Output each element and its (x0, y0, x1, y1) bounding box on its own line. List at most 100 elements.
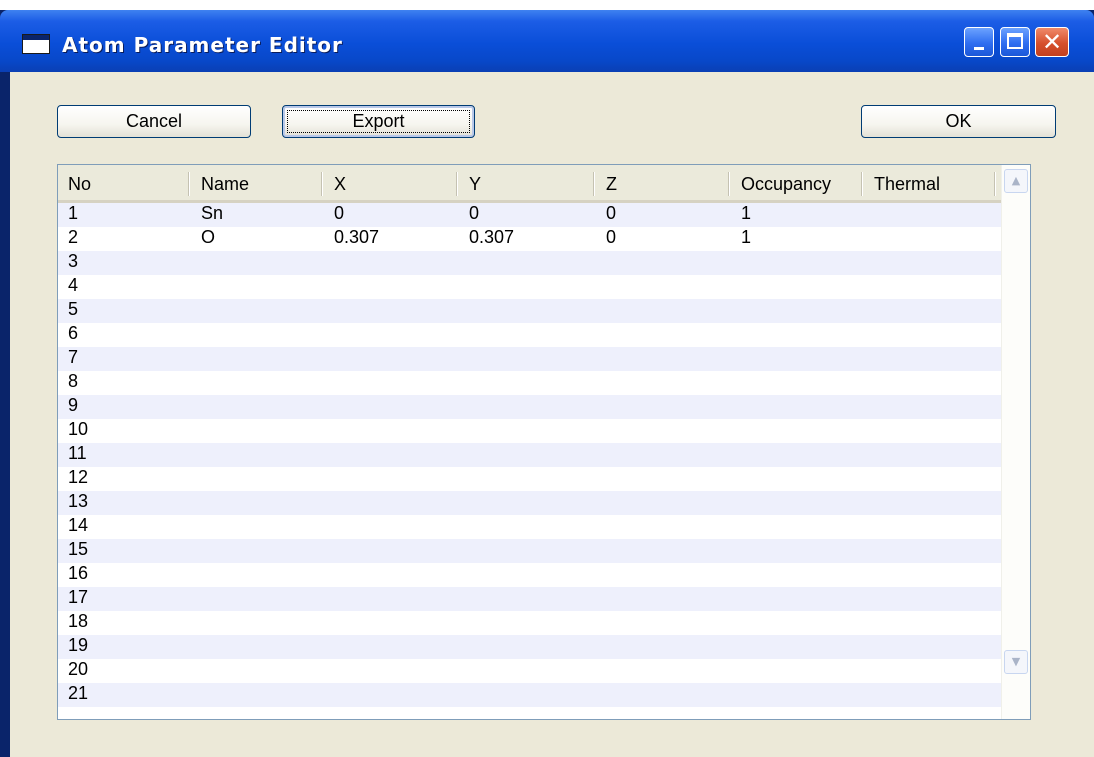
table-row[interactable]: 18 (58, 611, 1026, 635)
cell-z[interactable] (596, 371, 606, 395)
cell-name[interactable] (191, 683, 201, 707)
cell-occupancy[interactable] (731, 587, 741, 611)
cell-thermal[interactable] (864, 659, 874, 683)
cell-name[interactable] (191, 635, 201, 659)
cell-name[interactable] (191, 395, 201, 419)
cell-z[interactable] (596, 635, 606, 659)
cell-thermal[interactable] (864, 251, 874, 275)
cell-y[interactable] (459, 491, 469, 515)
column-divider[interactable] (188, 172, 190, 196)
cell-occupancy[interactable] (731, 491, 741, 515)
column-divider[interactable] (456, 172, 458, 196)
cell-name[interactable] (191, 515, 201, 539)
title-bar[interactable]: Atom Parameter Editor ✕ (0, 10, 1094, 72)
cell-name[interactable]: O (191, 227, 215, 251)
table-row[interactable]: 4 (58, 275, 1026, 299)
cell-occupancy[interactable] (731, 395, 741, 419)
cell-thermal[interactable] (864, 611, 874, 635)
cell-x[interactable] (324, 443, 334, 467)
table-row[interactable]: 13 (58, 491, 1026, 515)
cell-x[interactable] (324, 299, 334, 323)
atom-parameter-table[interactable]: No Name X Y Z Occupancy Thermal 1 Sn 0 0 0 1 2… (57, 164, 1031, 720)
table-row[interactable]: 17 (58, 587, 1026, 611)
cell-occupancy[interactable] (731, 515, 741, 539)
cell-no[interactable]: 1 (58, 203, 78, 227)
cell-x[interactable] (324, 491, 334, 515)
table-row[interactable]: 16 (58, 563, 1026, 587)
cell-no[interactable]: 9 (58, 395, 78, 419)
vertical-scrollbar[interactable]: ▲ ▼ (1001, 165, 1030, 719)
column-header-thermal[interactable]: Thermal (864, 165, 994, 200)
cell-no[interactable]: 20 (58, 659, 88, 683)
minimize-button[interactable] (964, 27, 994, 57)
cell-z[interactable] (596, 443, 606, 467)
column-divider[interactable] (861, 172, 863, 196)
cell-occupancy[interactable]: 1 (731, 227, 751, 251)
cell-no[interactable]: 13 (58, 491, 88, 515)
cell-z[interactable] (596, 659, 606, 683)
cell-z[interactable] (596, 611, 606, 635)
cell-x[interactable] (324, 659, 334, 683)
column-divider[interactable] (728, 172, 730, 196)
cell-z[interactable]: 0 (596, 227, 616, 251)
cell-name[interactable] (191, 371, 201, 395)
table-row[interactable]: 1 Sn 0 0 0 1 (58, 203, 1026, 227)
table-row[interactable]: 2 O 0.307 0.307 0 1 (58, 227, 1026, 251)
cell-occupancy[interactable] (731, 467, 741, 491)
table-row[interactable]: 12 (58, 467, 1026, 491)
cell-thermal[interactable] (864, 683, 874, 707)
export-button[interactable]: Export (282, 105, 475, 138)
cancel-button[interactable]: Cancel (57, 105, 251, 138)
cell-x[interactable] (324, 563, 334, 587)
table-row[interactable]: 20 (58, 659, 1026, 683)
cell-x[interactable] (324, 251, 334, 275)
cell-name[interactable]: Sn (191, 203, 223, 227)
cell-thermal[interactable] (864, 539, 874, 563)
cell-x[interactable]: 0 (324, 203, 344, 227)
cell-z[interactable] (596, 587, 606, 611)
cell-z[interactable] (596, 563, 606, 587)
cell-y[interactable] (459, 563, 469, 587)
cell-name[interactable] (191, 347, 201, 371)
cell-y[interactable] (459, 659, 469, 683)
cell-no[interactable]: 8 (58, 371, 78, 395)
cell-name[interactable] (191, 539, 201, 563)
cell-x[interactable]: 0.307 (324, 227, 379, 251)
column-header-x[interactable]: X (324, 165, 456, 200)
column-header-y[interactable]: Y (459, 165, 593, 200)
cell-x[interactable] (324, 371, 334, 395)
cell-occupancy[interactable] (731, 443, 741, 467)
cell-z[interactable] (596, 467, 606, 491)
cell-thermal[interactable] (864, 635, 874, 659)
cell-thermal[interactable] (864, 323, 874, 347)
cell-y[interactable]: 0 (459, 203, 479, 227)
cell-z[interactable] (596, 347, 606, 371)
cell-occupancy[interactable] (731, 635, 741, 659)
cell-z[interactable] (596, 539, 606, 563)
cell-y[interactable] (459, 635, 469, 659)
scroll-up-button[interactable]: ▲ (1004, 169, 1028, 193)
cell-y[interactable] (459, 347, 469, 371)
column-header-name[interactable]: Name (191, 165, 321, 200)
cell-occupancy[interactable] (731, 323, 741, 347)
cell-y[interactable] (459, 419, 469, 443)
cell-thermal[interactable] (864, 587, 874, 611)
cell-name[interactable] (191, 467, 201, 491)
table-row[interactable]: 19 (58, 635, 1026, 659)
cell-name[interactable] (191, 443, 201, 467)
cell-no[interactable]: 11 (58, 443, 87, 467)
column-divider[interactable] (321, 172, 323, 196)
cell-y[interactable] (459, 467, 469, 491)
cell-thermal[interactable] (864, 419, 874, 443)
cell-no[interactable]: 7 (58, 347, 78, 371)
cell-occupancy[interactable] (731, 419, 741, 443)
table-row[interactable]: 21 (58, 683, 1026, 707)
cell-z[interactable]: 0 (596, 203, 616, 227)
cell-y[interactable] (459, 611, 469, 635)
cell-x[interactable] (324, 323, 334, 347)
ok-button[interactable]: OK (861, 105, 1056, 138)
column-divider[interactable] (994, 172, 996, 196)
cell-name[interactable] (191, 659, 201, 683)
cell-thermal[interactable] (864, 347, 874, 371)
cell-occupancy[interactable]: 1 (731, 203, 751, 227)
